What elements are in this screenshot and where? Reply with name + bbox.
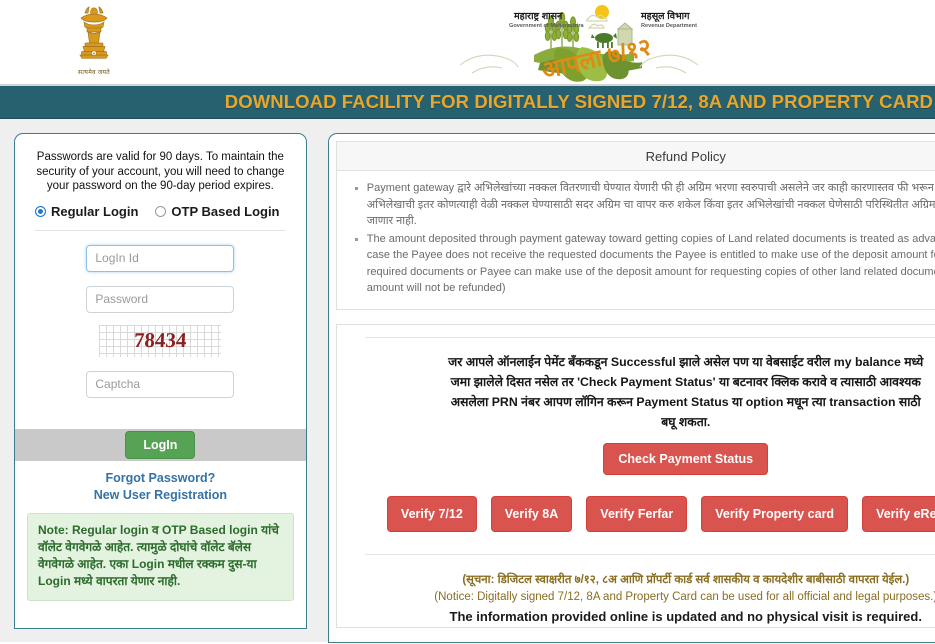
login-panel: Passwords are valid for 90 days. To main…	[14, 133, 307, 629]
notice-english: (Notice: Digitally signed 7/12, 8A and P…	[434, 590, 935, 603]
notice-block: (सूचना: डिजिटल स्वाक्षरीत ७/१२, ८अ आणि प…	[416, 555, 935, 627]
check-payment-status-button[interactable]: Check Payment Status	[603, 442, 769, 475]
logo-left-english: Government of Maharashtra	[509, 23, 584, 29]
check-payment-status-row: Check Payment Status	[337, 432, 935, 475]
login-button[interactable]: LogIn	[125, 430, 196, 459]
aapla-satbara-logo: महाराष्ट्र शासन Government of Maharashtr…	[459, 5, 699, 83]
list-item: The amount deposited through payment gat…	[354, 231, 935, 297]
notice-highlight: The information provided online is updat…	[449, 608, 922, 624]
refund-policy-title: Refund Policy	[645, 148, 726, 164]
refund-policy-list: Payment gateway द्वारे अभिलेखांच्या नक्क…	[350, 180, 935, 297]
payment-status-card: जर आपले ऑनलाईन पेमेंट बँककडून Successful…	[335, 323, 935, 628]
national-emblem: सत्यमेव जयते	[62, 5, 126, 83]
emblem-caption: सत्यमेव जयते	[78, 70, 110, 76]
verify-ferfar-button[interactable]: Verify Ferfar	[586, 495, 688, 532]
radio-unselected-icon[interactable]	[155, 205, 167, 217]
page-title: DOWNLOAD FACILITY FOR DIGITALLY SIGNED 7…	[224, 91, 933, 112]
payment-status-message: जर आपले ऑनलाईन पेमेंट बँककडून Successful…	[448, 354, 924, 429]
ashoka-emblem-icon	[79, 6, 109, 59]
verify-erecords-button[interactable]: Verify eRecords	[862, 495, 935, 532]
password-policy-notice: Passwords are valid for 90 days. To main…	[36, 151, 285, 192]
login-button-bar: LogIn	[15, 428, 306, 461]
site-header: सत्यमेव जयते महाराष्ट्र शासन Government …	[0, 0, 935, 86]
verify-712-button[interactable]: Verify 7/12	[386, 495, 477, 532]
main-content: Passwords are valid for 90 days. To main…	[0, 119, 935, 643]
list-item: Payment gateway द्वारे अभिलेखांच्या नक्क…	[354, 180, 935, 230]
verify-8a-button[interactable]: Verify 8A	[490, 495, 573, 532]
page-title-band: DOWNLOAD FACILITY FOR DIGITALLY SIGNED 7…	[0, 86, 935, 119]
page-root: सत्यमेव जयते महाराष्ट्र शासन Government …	[0, 0, 935, 644]
captcha-code: 78434	[133, 328, 188, 352]
refund-policy-body: Payment gateway द्वारे अभिलेखांच्या नक्क…	[337, 171, 935, 309]
info-panel: Refund Policy Payment gateway द्वारे अभि…	[327, 133, 935, 643]
new-user-registration-link[interactable]: New User Registration	[15, 488, 306, 502]
logo-right-english: Revenue Department	[641, 23, 697, 29]
captcha-image: 78434	[99, 324, 222, 357]
login-form: 78434	[15, 231, 306, 398]
logo-right-devanagari: महसूल विभाग	[640, 10, 690, 22]
logo-left-devanagari: महाराष्ट्र शासन	[513, 11, 563, 22]
refund-policy-header: Refund Policy	[336, 142, 935, 171]
radio-otp-login[interactable]: OTP Based Login	[155, 203, 280, 219]
forgot-password-link[interactable]: Forgot Password?	[15, 471, 306, 485]
login-id-input[interactable]	[86, 244, 235, 272]
password-input[interactable]	[86, 285, 235, 313]
radio-selected-icon[interactable]	[35, 205, 46, 217]
radio-otp-login-label: OTP Based Login	[171, 203, 280, 219]
captcha-input[interactable]	[86, 370, 235, 398]
login-mode-radio-group: Regular Login OTP Based Login	[15, 194, 306, 219]
verify-buttons-row: Verify 7/12 Verify 8A Verify Ferfar Veri…	[386, 475, 935, 532]
verify-property-card-button[interactable]: Verify Property card	[701, 495, 849, 532]
refund-policy-card: Refund Policy Payment gateway द्वारे अभि…	[335, 141, 935, 310]
radio-regular-login[interactable]: Regular Login	[35, 204, 138, 219]
notice-marathi: (सूचना: डिजिटल स्वाक्षरीत ७/१२, ८अ आणि प…	[462, 573, 910, 586]
wallet-note: Note: Regular login व OTP Based login या…	[27, 512, 294, 601]
login-links: Forgot Password? New User Registration	[15, 461, 306, 502]
radio-regular-login-label: Regular Login	[51, 203, 139, 219]
